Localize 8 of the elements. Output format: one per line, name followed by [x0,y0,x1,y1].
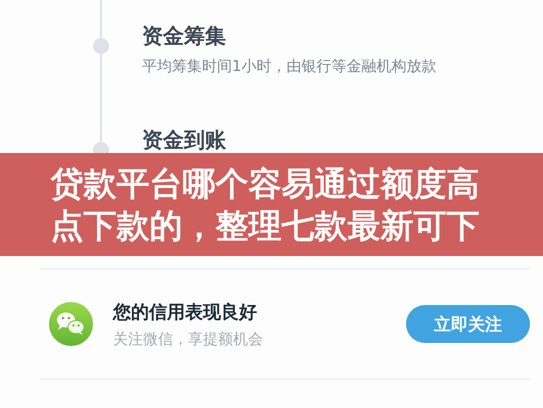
step-title: 资金筹集 [142,23,227,50]
promo-title: 您的信用表现良好 [113,300,258,324]
chat-icon [49,302,93,346]
promo-subtitle: 关注微信，享提额机会 [113,330,264,348]
step-title: 资金到账 [142,127,227,154]
step-description: 平均筹集时间1小时，由银行等金融机构放款 [142,56,438,76]
follow-button[interactable]: 立即关注 [406,305,530,343]
banner-title: 贷款平台哪个容易通过额度高点下款的，整理七款最新可下 [50,162,480,246]
